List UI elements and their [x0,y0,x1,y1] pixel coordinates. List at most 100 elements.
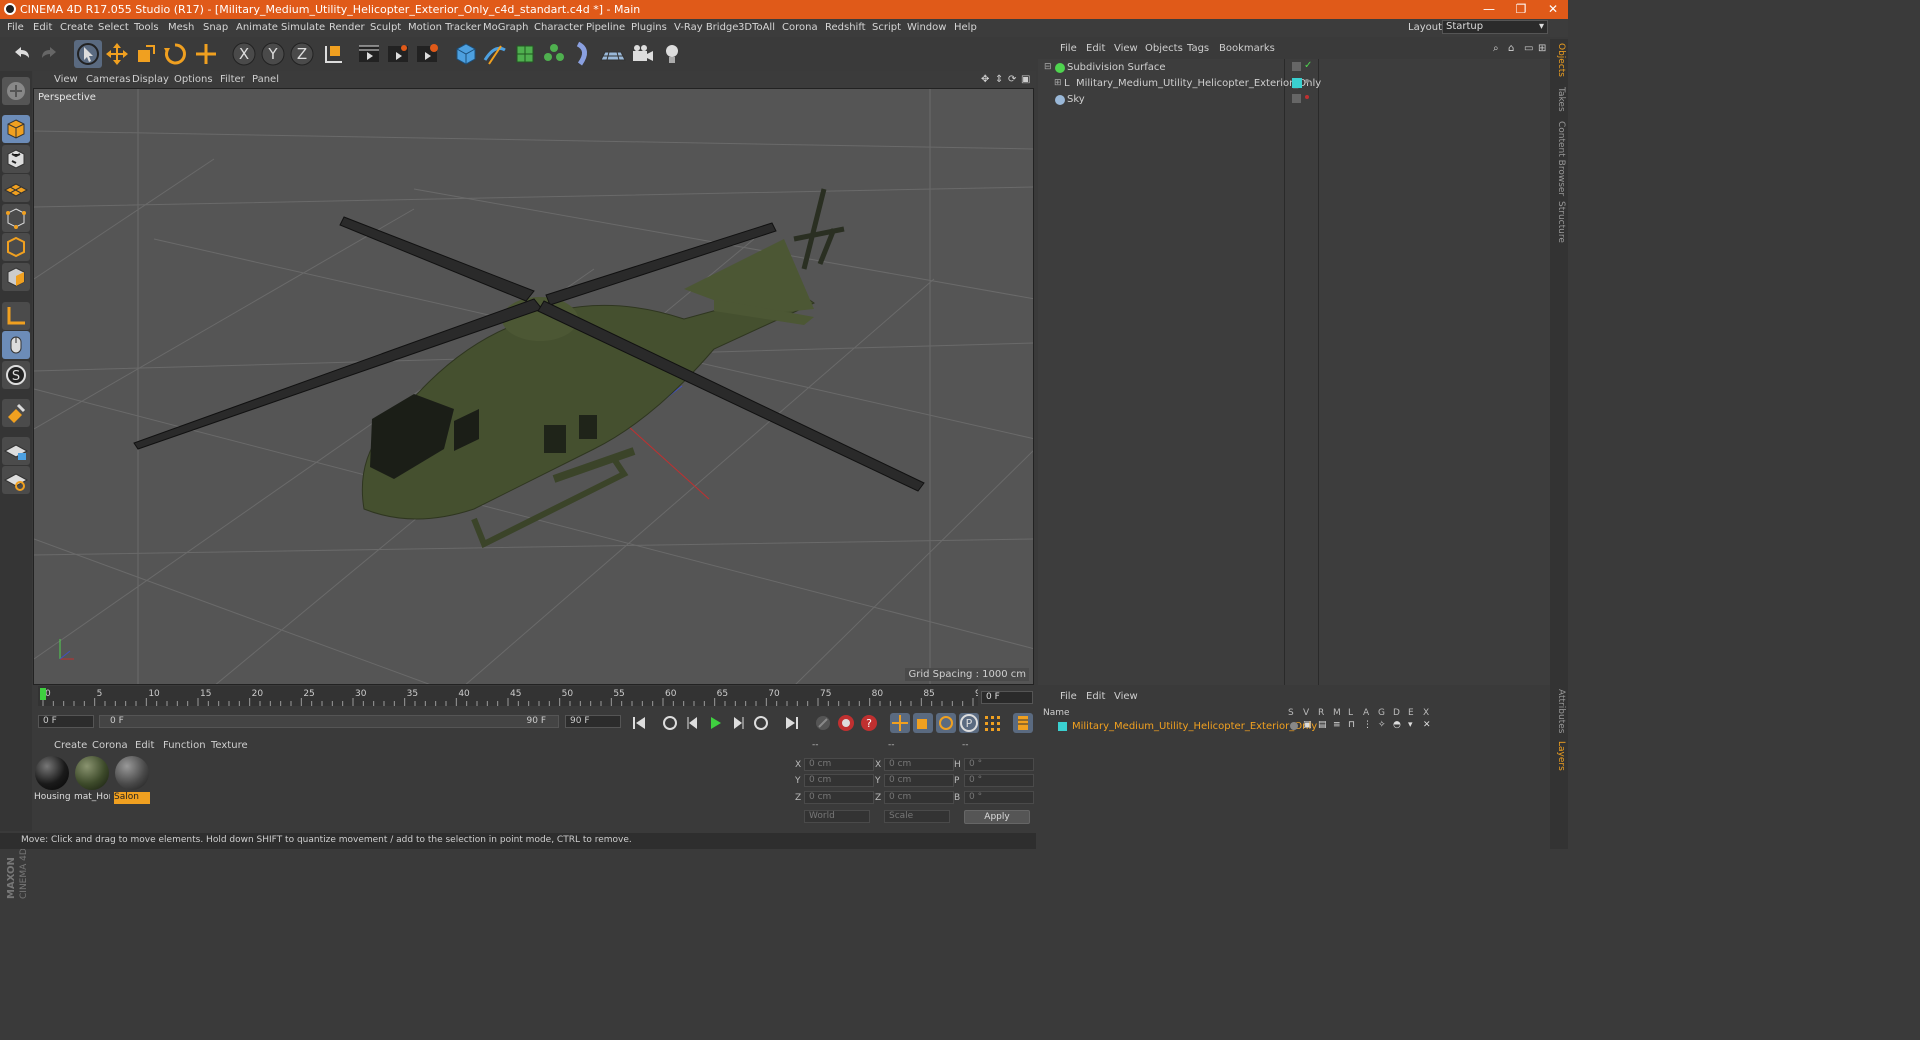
cube-icon[interactable] [452,40,480,68]
layers-menu-edit[interactable]: Edit [1086,691,1105,702]
home-icon[interactable]: ⌂ [1508,43,1514,54]
menu-simulate[interactable]: Simulate [281,22,325,33]
select-arrow-icon[interactable] [74,40,102,68]
material-menu-texture[interactable]: Texture [211,740,248,751]
minimize-button[interactable]: — [1474,1,1504,18]
objects-menu-view[interactable]: View [1114,43,1138,54]
material-swatch-mat-hor[interactable]: mat_Hor [74,756,110,804]
layer-solo-toggle[interactable] [1290,722,1298,730]
material-menu-edit[interactable]: Edit [135,740,154,751]
search-icon[interactable]: ⌕ [1493,43,1499,54]
menu-file[interactable]: File [7,22,24,33]
undo-icon[interactable] [7,40,35,68]
render-view-icon[interactable] [355,40,383,68]
position-z-field[interactable]: 0 cm [804,791,874,804]
light-icon[interactable] [658,40,686,68]
restore-button[interactable]: ❐ [1506,1,1536,18]
range-slider[interactable]: 0 F 90 F [99,715,559,728]
menu-script[interactable]: Script [872,22,901,33]
viewport-menu-filter[interactable]: Filter [220,74,245,85]
check-icon[interactable]: ✓ [1304,60,1312,71]
next-key-icon[interactable] [751,713,771,733]
layer-color-tag[interactable] [1292,78,1302,88]
material-menu-function[interactable]: Function [163,740,206,751]
menu-3dtoall[interactable]: 3DToAll [738,22,775,33]
autokey-icon[interactable]: ? [859,713,879,733]
timeline-ruler[interactable]: 051015202530354045505560657075808590 [38,686,978,706]
object-row-subdivision[interactable]: ⊟ Subdivision Surface ✓ [1042,60,1548,76]
key-scale-icon[interactable] [913,713,933,733]
layer-col-v[interactable]: V [1303,708,1309,718]
viewport-menu-view[interactable]: View [54,74,78,85]
layer-render-icon[interactable]: ▤ [1318,720,1327,730]
objects-menu-file[interactable]: File [1060,43,1077,54]
menu-character[interactable]: Character [534,22,583,33]
key-pla-icon[interactable] [982,713,1002,733]
snap-icon[interactable]: S [2,361,30,389]
material-swatch-housing[interactable]: Housing [34,756,70,804]
menu-edit[interactable]: Edit [33,22,52,33]
new-window-icon[interactable]: ▭ [1524,43,1533,54]
menu-pipeline[interactable]: Pipeline [586,22,625,33]
previous-key-icon[interactable] [660,713,680,733]
current-frame-field[interactable]: 0 F [981,691,1033,704]
tab-takes[interactable]: Takes [1552,87,1566,112]
timeline[interactable]: 051015202530354045505560657075808590 0 F [33,686,1036,711]
timeline-layout-icon[interactable] [1013,713,1033,733]
start-frame-field[interactable]: 0 F [38,715,94,728]
position-x-field[interactable]: 0 cm [804,758,874,771]
go-to-start-icon[interactable] [629,713,649,733]
size-z-field[interactable]: 0 cm [884,791,954,804]
objects-menu-tags[interactable]: Tags [1187,43,1209,54]
apply-button[interactable]: Apply [964,810,1030,824]
pen-icon[interactable] [481,40,509,68]
object-row-helicopter[interactable]: ⊞ L Military_Medium_Utility_Helicopter_E… [1042,76,1548,92]
motion-record-icon[interactable] [813,713,833,733]
layer-col-m[interactable]: M [1333,708,1341,718]
viewport-zoom-icon[interactable]: ⇕ [995,74,1003,85]
layer-color-swatch[interactable] [1058,722,1067,731]
rotation-p-field[interactable]: 0 ° [964,774,1034,787]
floor-icon[interactable] [599,40,627,68]
menu-plugins[interactable]: Plugins [631,22,667,33]
key-position-icon[interactable] [890,713,910,733]
layer-xrefs-icon[interactable]: ✕ [1423,720,1431,730]
size-y-field[interactable]: 0 cm [884,774,954,787]
rotation-h-field[interactable]: 0 ° [964,758,1034,771]
viewport-rotate-icon[interactable]: ⟳ [1008,74,1016,85]
menu-sculpt[interactable]: Sculpt [370,22,401,33]
rotation-b-field[interactable]: 0 ° [964,791,1034,804]
menu-render[interactable]: Render [329,22,365,33]
deformer-icon[interactable] [570,40,598,68]
layers-menu-file[interactable]: File [1060,691,1077,702]
texture-mode-icon[interactable] [2,145,30,173]
edit-render-settings-icon[interactable] [413,40,441,68]
magnet-icon[interactable] [2,399,30,427]
menu-corona[interactable]: Corona [782,22,818,33]
make-editable-icon[interactable] [2,77,30,105]
editor-visibility-dot[interactable] [1305,95,1309,99]
viewport-menu-cameras[interactable]: Cameras [86,74,130,85]
camera-icon[interactable] [628,40,656,68]
material-swatch-salon[interactable]: Salon [114,756,150,804]
objects-menu-objects[interactable]: Objects [1145,43,1183,54]
viewport-menu-display[interactable]: Display [132,74,169,85]
polygons-mode-icon[interactable] [2,263,30,291]
close-button[interactable]: ✕ [1538,1,1568,18]
menu-window[interactable]: Window [907,22,946,33]
live-select-icon[interactable] [192,40,220,68]
3d-viewport[interactable]: Perspective Grid Spacing : 1000 cm [33,88,1034,685]
record-key-icon[interactable] [836,713,856,733]
x-axis-icon[interactable]: X [230,40,258,68]
edges-mode-icon[interactable] [2,233,30,261]
playhead[interactable] [40,688,46,700]
menu-create[interactable]: Create [60,22,93,33]
tweak-mode-icon[interactable] [2,331,30,359]
layer-col-a[interactable]: A [1363,708,1369,718]
viewport-menu-panel[interactable]: Panel [252,74,279,85]
menu-snap[interactable]: Snap [203,22,228,33]
objects-menu-edit[interactable]: Edit [1086,43,1105,54]
layers-menu-view[interactable]: View [1114,691,1138,702]
y-axis-icon[interactable]: Y [259,40,287,68]
subdivision-icon[interactable] [511,40,539,68]
